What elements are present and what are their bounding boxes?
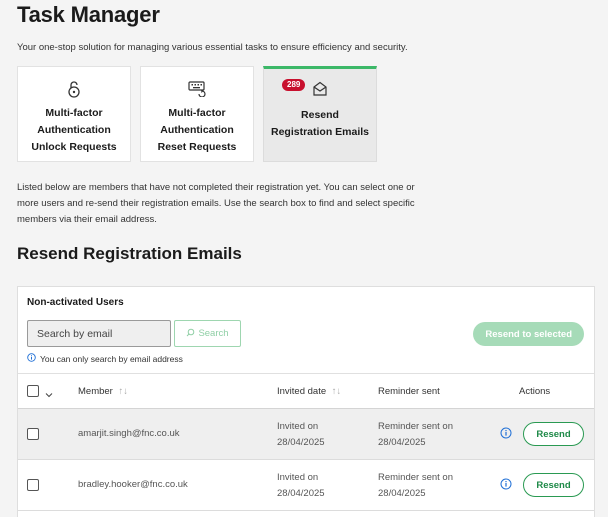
info-icon[interactable] xyxy=(500,426,512,444)
invited-date: Invited on 28/04/2025 xyxy=(277,470,325,502)
card-mfa-unlock[interactable]: Multi-factor Authentication Unlock Reque… xyxy=(17,66,131,162)
table-header: Member ↑↓ Invited date ↑↓ Reminder sent … xyxy=(18,373,594,409)
resend-button[interactable]: Resend xyxy=(523,422,584,446)
column-member-label: Member xyxy=(78,386,113,397)
intro-text: Listed below are members that have not c… xyxy=(17,182,415,225)
reminder-date-value: 28/04/2025 xyxy=(378,488,426,499)
resend-to-selected-button[interactable]: Resend to selected xyxy=(473,322,584,346)
invited-date-value: 28/04/2025 xyxy=(277,437,325,448)
info-icon[interactable] xyxy=(500,477,512,495)
reminder-date-value: 28/04/2025 xyxy=(378,437,426,448)
card-label: Multi-factor Authentication Unlock Reque… xyxy=(31,107,117,153)
page-title: Task Manager xyxy=(17,2,160,27)
reminder-sent: Reminder sent on 28/04/2025 xyxy=(378,419,453,451)
row-checkbox[interactable] xyxy=(27,479,39,491)
pending-count-badge: 289 xyxy=(282,79,306,91)
chevron-down-icon[interactable] xyxy=(45,386,53,404)
column-invited-label: Invited date xyxy=(277,386,327,397)
search-button-label: Search xyxy=(198,328,229,339)
column-invited-date[interactable]: Invited date ↑↓ xyxy=(277,386,341,397)
sort-icon: ↑↓ xyxy=(331,386,342,397)
page-subtitle: Your one-stop solution for managing vari… xyxy=(17,42,408,53)
reminder-sent: Reminder sent on 28/04/2025 xyxy=(378,470,453,502)
invited-date: Invited on 28/04/2025 xyxy=(277,419,325,451)
search-icon xyxy=(186,328,195,340)
keyboard-reset-icon xyxy=(188,79,206,99)
invited-label: Invited on xyxy=(277,421,319,432)
unlock-icon xyxy=(67,79,81,99)
search-button[interactable]: Search xyxy=(174,320,241,347)
envelope-open-icon: 289 xyxy=(282,79,328,99)
search-input[interactable] xyxy=(27,320,171,347)
table-row: amarjit.singh@fnc.co.uk Invited on 28/04… xyxy=(18,409,594,460)
column-member[interactable]: Member ↑↓ xyxy=(78,386,128,397)
column-reminder-sent: Reminder sent xyxy=(378,386,440,397)
search-hint-text: You can only search by email address xyxy=(40,353,183,364)
users-panel: Non-activated Users Search Resend to sel… xyxy=(17,286,595,517)
row-checkbox[interactable] xyxy=(27,428,39,440)
info-icon xyxy=(27,353,36,364)
select-all-checkbox[interactable] xyxy=(27,385,39,397)
invited-label: Invited on xyxy=(277,472,319,483)
card-resend-registration[interactable]: 289 Resend Registration Emails xyxy=(263,66,377,162)
search-hint: You can only search by email address xyxy=(27,353,183,364)
table-row: bradley.hooker@fnc.co.uk Invited on 28/0… xyxy=(18,460,594,511)
resend-button[interactable]: Resend xyxy=(523,473,584,497)
reminder-label: Reminder sent on xyxy=(378,472,453,483)
card-label: Multi-factor Authentication Reset Reques… xyxy=(157,107,237,153)
panel-heading: Non-activated Users xyxy=(27,297,124,308)
card-label: Resend Registration Emails xyxy=(270,109,370,138)
member-email: amarjit.singh@fnc.co.uk xyxy=(78,428,180,439)
section-title: Resend Registration Emails xyxy=(17,244,242,263)
member-email: bradley.hooker@fnc.co.uk xyxy=(78,479,188,490)
card-mfa-reset[interactable]: Multi-factor Authentication Reset Reques… xyxy=(140,66,254,162)
invited-date-value: 28/04/2025 xyxy=(277,488,325,499)
column-actions: Actions xyxy=(519,386,551,397)
sort-icon: ↑↓ xyxy=(118,386,128,397)
reminder-label: Reminder sent on xyxy=(378,421,453,432)
